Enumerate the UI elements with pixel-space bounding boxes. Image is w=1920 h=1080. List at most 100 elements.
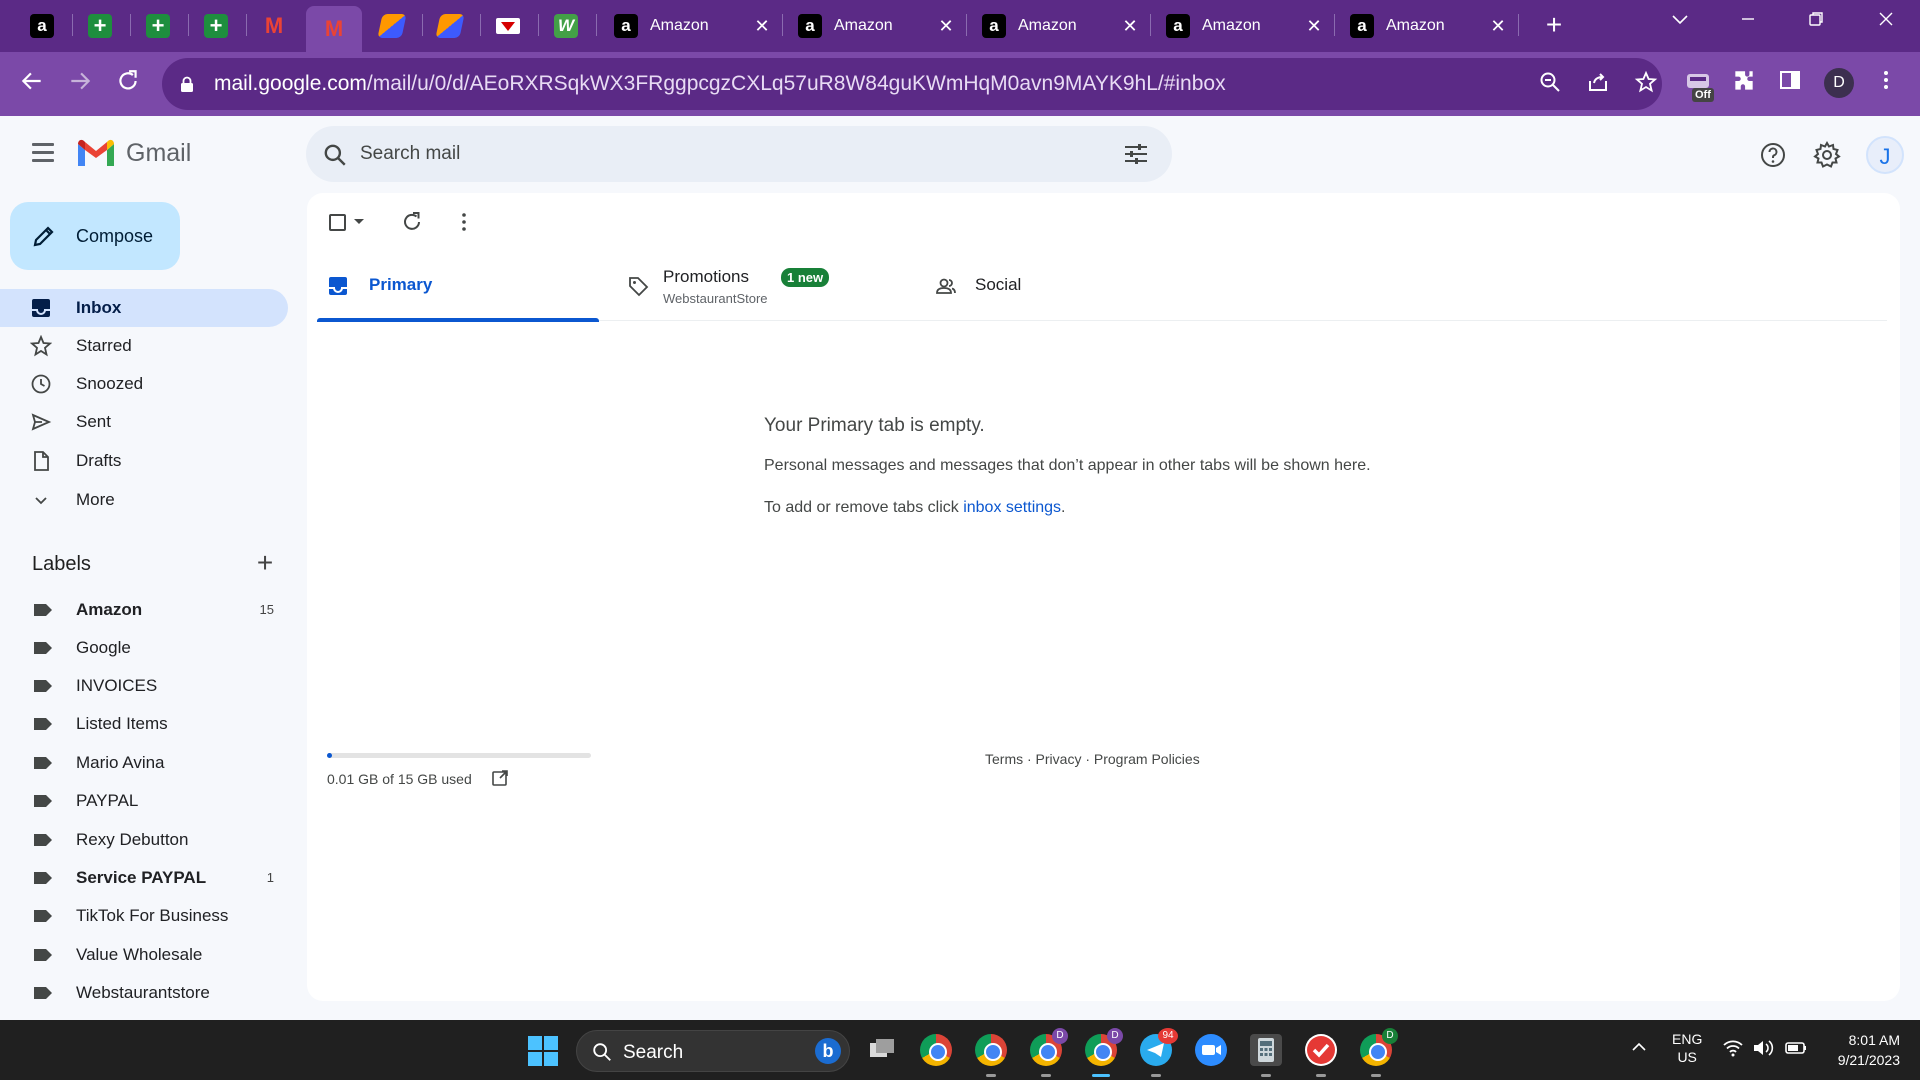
nav-more[interactable]: More	[0, 481, 288, 519]
search-mail-input[interactable]: Search mail	[306, 126, 1172, 182]
chrome-profile-taskbar-icon[interactable]	[975, 1034, 1007, 1066]
tab-close-icon[interactable]: ✕	[752, 16, 772, 37]
task-view-icon[interactable]	[866, 1034, 898, 1066]
storage-bar-fill	[327, 753, 333, 758]
tab-orange-app-2[interactable]	[422, 6, 478, 46]
share-icon[interactable]	[1584, 70, 1612, 98]
label-item[interactable]: PAYPAL	[0, 784, 288, 818]
chrome-taskbar-icon[interactable]	[920, 1034, 952, 1066]
nav-drafts[interactable]: Drafts	[0, 442, 288, 480]
select-all-checkbox[interactable]	[329, 214, 346, 231]
system-clock[interactable]: 8:01 AM 9/21/2023	[1820, 1030, 1900, 1070]
select-options-caret-icon[interactable]	[354, 219, 364, 224]
check-app-icon[interactable]	[1305, 1034, 1337, 1066]
footer-links[interactable]: Terms · Privacy · Program Policies	[985, 751, 1200, 767]
browser-profile-avatar[interactable]: D	[1824, 68, 1854, 98]
tab-amazon-titled[interactable]: a Amazon ✕	[1336, 6, 1516, 46]
label-item[interactable]: TikTok For Business	[0, 899, 288, 933]
tab-amazon-titled[interactable]: a Amazon ✕	[784, 6, 964, 46]
nav-starred[interactable]: Starred	[0, 327, 288, 365]
tab-sheets-2[interactable]: +	[130, 6, 186, 46]
label-item[interactable]: Google	[0, 631, 288, 665]
new-tab-button[interactable]: +	[1538, 10, 1570, 42]
label-item[interactable]: Value Wholesale	[0, 938, 288, 972]
minimize-button[interactable]	[1728, 8, 1768, 38]
tab-close-icon[interactable]: ✕	[936, 16, 956, 37]
zoom-icon[interactable]	[1536, 70, 1564, 98]
tab-amazon-titled[interactable]: a Amazon ✕	[968, 6, 1148, 46]
windows-start-icon[interactable]	[528, 1036, 558, 1066]
telegram-icon[interactable]: 94	[1140, 1028, 1178, 1066]
bookmark-star-icon[interactable]	[1632, 70, 1660, 98]
label-item[interactable]: Mario Avina	[0, 746, 288, 780]
chrome-profile-taskbar-icon[interactable]: D	[1360, 1028, 1398, 1066]
search-options-icon[interactable]	[1122, 142, 1150, 166]
tab-sheets-1[interactable]: +	[72, 6, 128, 46]
nav-inbox[interactable]: Inbox	[0, 289, 288, 327]
tab-close-icon[interactable]: ✕	[1120, 16, 1140, 37]
volume-icon[interactable]	[1752, 1038, 1774, 1063]
empty-state-title: Your Primary tab is empty.	[764, 415, 985, 436]
side-panel-icon[interactable]	[1774, 68, 1806, 100]
gmail-logo[interactable]: Gmail	[76, 138, 191, 168]
browser-menu-icon[interactable]	[1870, 68, 1902, 100]
chrome-active-taskbar-icon[interactable]: D	[1085, 1028, 1123, 1066]
inbox-settings-link[interactable]: inbox settings	[963, 499, 1061, 516]
chrome-profile-taskbar-icon[interactable]: D	[1030, 1028, 1068, 1066]
tab-gmail-1[interactable]: M	[246, 6, 302, 46]
label-item[interactable]: Rexy Debutton	[0, 823, 288, 857]
search-icon[interactable]	[322, 142, 348, 168]
battery-icon[interactable]	[1784, 1038, 1808, 1063]
tab-close-icon[interactable]: ✕	[1488, 16, 1508, 37]
label-item[interactable]: INVOICES	[0, 669, 288, 703]
reload-button[interactable]	[112, 68, 144, 100]
input-language[interactable]: ENG US	[1672, 1030, 1702, 1066]
tab-gmail-active[interactable]: M	[306, 6, 362, 52]
label-item[interactable]: Service PAYPAL 1	[0, 861, 288, 895]
restore-button[interactable]	[1796, 8, 1836, 38]
label-item[interactable]: Webstaurantstore	[0, 976, 288, 1010]
tab-promotions[interactable]: Promotions 1 new WebstaurantStore	[617, 251, 907, 321]
tab-red-logo[interactable]	[480, 6, 536, 46]
open-external-icon[interactable]	[491, 769, 509, 787]
compose-button[interactable]: Compose	[10, 202, 180, 270]
more-actions-icon[interactable]	[451, 209, 477, 235]
back-button[interactable]	[16, 68, 48, 100]
nav-snoozed[interactable]: Snoozed	[0, 365, 288, 403]
tab-green-w[interactable]: W	[538, 6, 594, 46]
refresh-icon[interactable]	[399, 209, 425, 235]
tab-sender-preview: WebstaurantStore	[663, 291, 768, 306]
zoom-app-icon[interactable]	[1195, 1034, 1227, 1066]
close-window-button[interactable]	[1866, 8, 1906, 38]
tab-amazon-titled[interactable]: a Amazon ✕	[1152, 6, 1332, 46]
tab-search-chevron-icon[interactable]	[1660, 8, 1700, 38]
bing-icon[interactable]: b	[815, 1038, 841, 1064]
label-item[interactable]: Listed Items	[0, 707, 288, 741]
tab-social[interactable]: Social	[925, 251, 1205, 321]
address-bar[interactable]: mail.google.com/mail/u/0/d/AEoRXRSqkWX3F…	[162, 58, 1662, 110]
tab-orange-app-1[interactable]	[364, 6, 420, 46]
tab-amazon-titled[interactable]: a Amazon ✕	[600, 6, 780, 46]
extensions-puzzle-icon[interactable]	[1728, 68, 1760, 100]
nav-label: Inbox	[76, 298, 122, 317]
url-text[interactable]: mail.google.com/mail/u/0/d/AEoRXRSqkWX3F…	[214, 72, 1226, 96]
taskbar-search-box[interactable]: Search b	[576, 1030, 850, 1072]
calculator-icon[interactable]	[1250, 1034, 1282, 1066]
main-menu-icon[interactable]	[24, 138, 62, 170]
help-icon[interactable]	[1758, 140, 1788, 170]
label-item[interactable]: Amazon 15	[0, 593, 288, 627]
settings-gear-icon[interactable]	[1812, 140, 1842, 170]
running-indicator	[1371, 1074, 1381, 1077]
show-hidden-icons-chevron-icon[interactable]	[1630, 1038, 1648, 1062]
tab-close-icon[interactable]: ✕	[1304, 16, 1324, 37]
forward-button[interactable]	[64, 68, 96, 100]
wifi-icon[interactable]	[1722, 1038, 1744, 1063]
lock-icon[interactable]	[180, 76, 194, 92]
create-label-plus-icon[interactable]: +	[252, 549, 278, 577]
tab-amazon[interactable]: a	[14, 6, 70, 46]
tab-sheets-3[interactable]: +	[188, 6, 244, 46]
tab-primary[interactable]: Primary	[317, 251, 599, 322]
gmail-favicon-icon: M	[264, 13, 284, 38]
google-account-avatar[interactable]: J	[1866, 136, 1904, 174]
nav-sent[interactable]: Sent	[0, 403, 288, 441]
